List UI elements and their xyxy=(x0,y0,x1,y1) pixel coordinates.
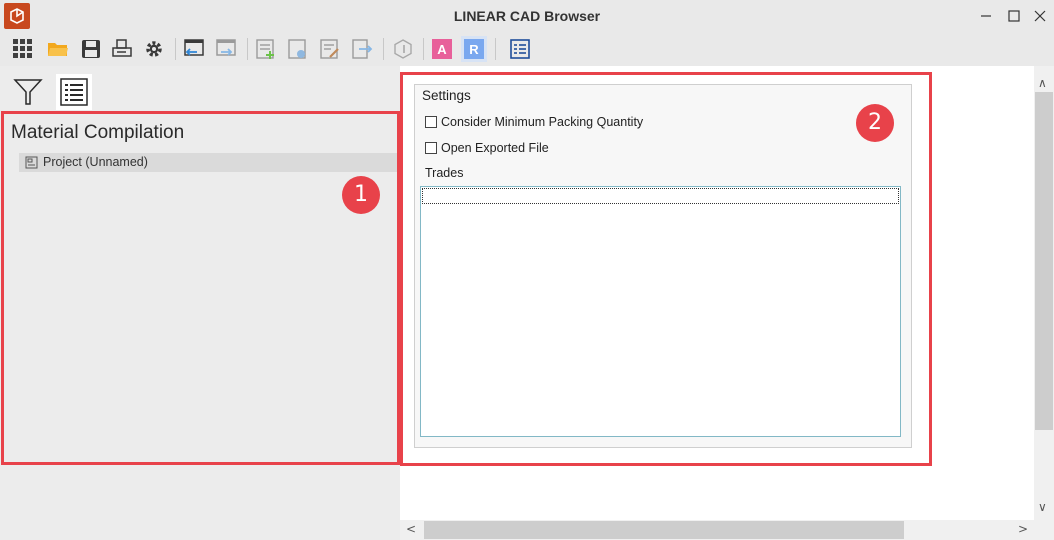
export-icon[interactable] xyxy=(213,36,239,62)
maximize-icon[interactable] xyxy=(1002,4,1026,28)
report-icon[interactable] xyxy=(507,36,533,62)
toolbar-separator xyxy=(423,38,424,60)
toolbar-separator xyxy=(495,38,496,60)
a-icon[interactable]: A xyxy=(429,36,455,62)
import-icon[interactable] xyxy=(181,36,207,62)
list-edit-icon[interactable] xyxy=(317,36,343,62)
window-title: LINEAR CAD Browser xyxy=(453,8,601,24)
print-icon[interactable] xyxy=(109,36,135,62)
scroll-right-icon[interactable]: > xyxy=(1018,522,1028,536)
list-view-icon[interactable] xyxy=(285,36,311,62)
a-icon-label: A xyxy=(437,42,447,57)
toolbar-separator xyxy=(247,38,248,60)
gear-icon[interactable] xyxy=(141,36,167,62)
title-bar: LINEAR CAD Browser xyxy=(0,0,1054,32)
annotation-box-1 xyxy=(1,111,400,465)
scroll-down-icon[interactable]: ∨ xyxy=(1038,500,1047,514)
minimize-icon[interactable] xyxy=(974,4,998,28)
open-folder-icon[interactable] xyxy=(45,36,71,62)
grid-icon[interactable] xyxy=(10,36,36,62)
save-icon[interactable] xyxy=(78,36,104,62)
r-icon[interactable]: R xyxy=(461,36,487,62)
scroll-up-icon[interactable]: ∧ xyxy=(1038,76,1047,90)
annotation-box-2 xyxy=(400,72,932,466)
vertical-scrollbar-thumb[interactable] xyxy=(1035,92,1053,430)
scroll-left-icon[interactable]: < xyxy=(406,522,416,536)
toolbar-separator xyxy=(175,38,176,60)
list-add-icon[interactable] xyxy=(253,36,279,62)
filter-icon[interactable] xyxy=(10,74,46,110)
list-export-icon[interactable] xyxy=(349,36,375,62)
annotation-badge-2: 2 xyxy=(856,104,894,142)
toolbar: A R xyxy=(0,32,1054,66)
horizontal-scrollbar-thumb[interactable] xyxy=(424,521,904,539)
scrollbar-corner xyxy=(1034,520,1054,540)
close-icon[interactable] xyxy=(1028,4,1052,28)
hexagon-number-icon[interactable] xyxy=(390,36,416,62)
r-icon-label: R xyxy=(469,42,479,57)
annotation-badge-1: 1 xyxy=(342,176,380,214)
list-tab-icon[interactable] xyxy=(56,74,92,110)
toolbar-separator xyxy=(383,38,384,60)
